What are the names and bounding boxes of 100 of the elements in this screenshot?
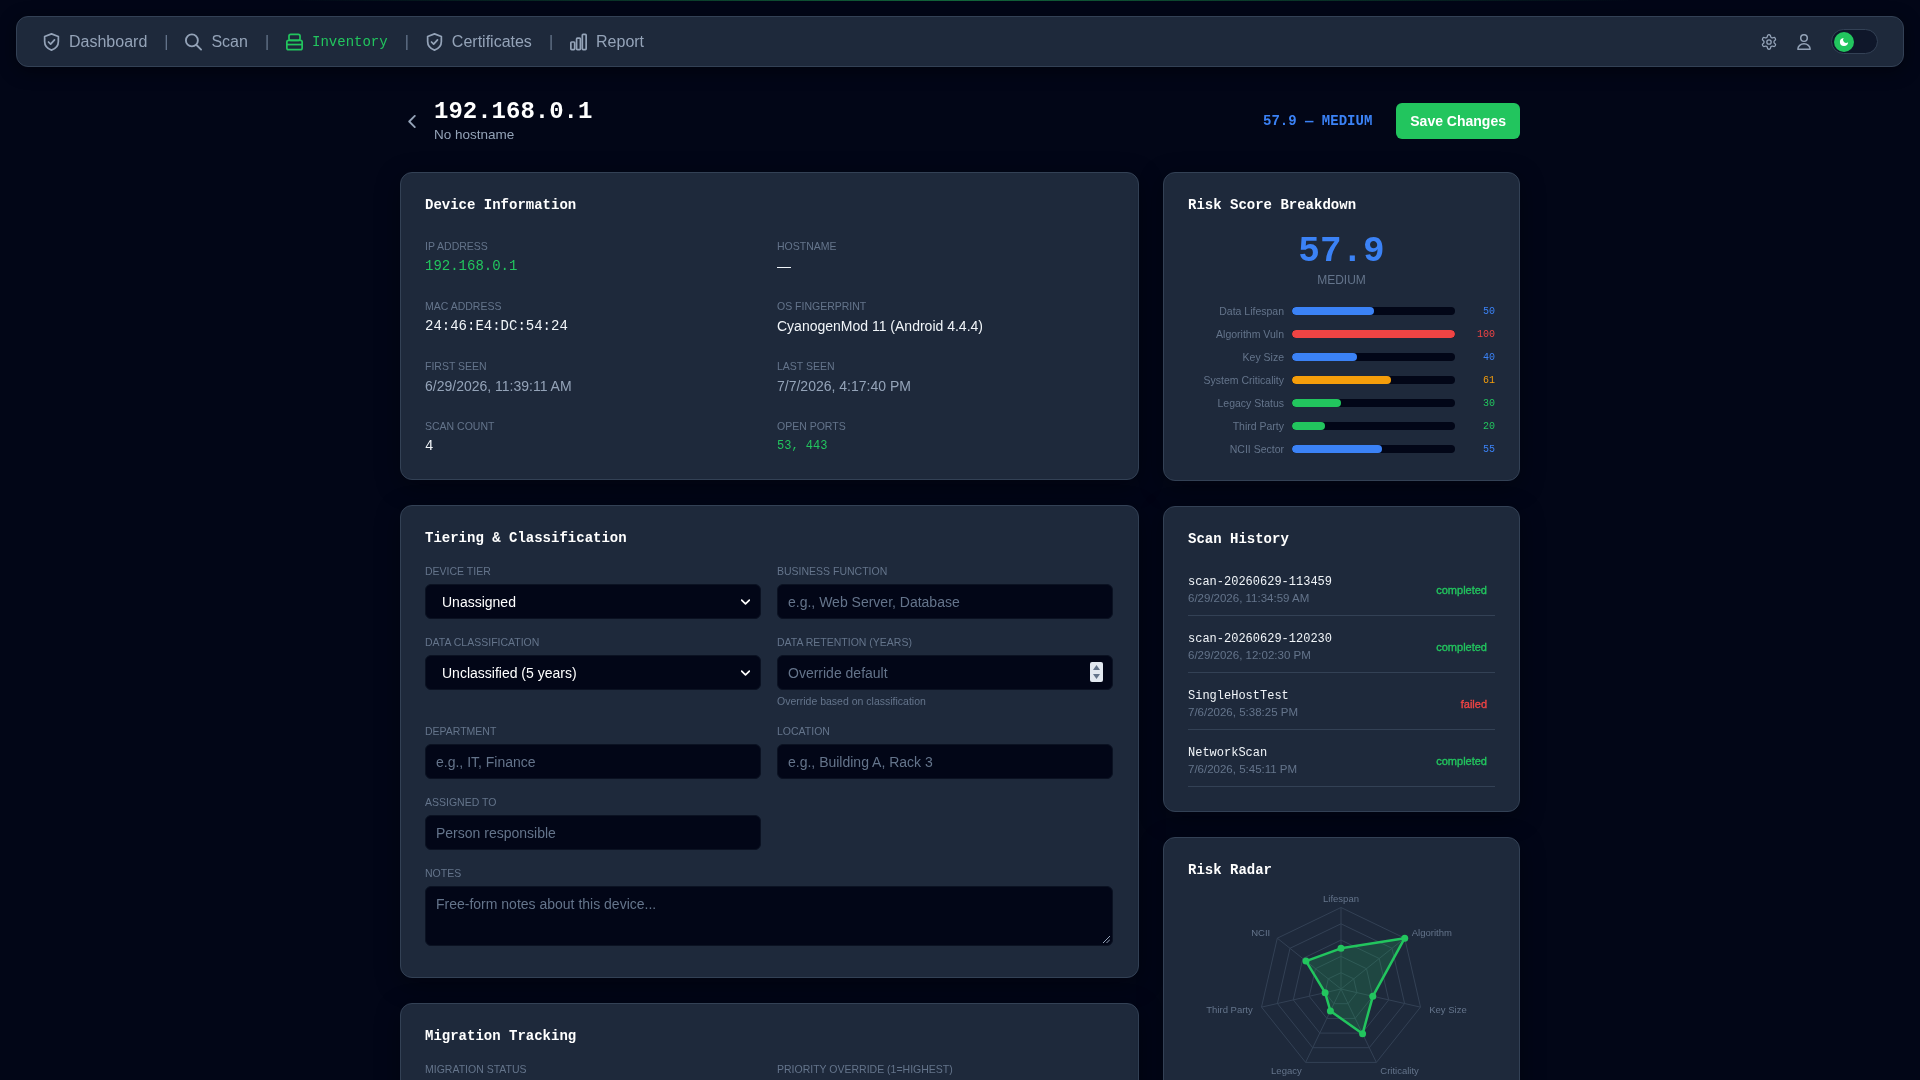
nav-link[interactable]: Report: [570, 31, 645, 52]
factor-label: NCII Sector: [1229, 443, 1284, 455]
device-subtitle: No hostname: [434, 126, 516, 144]
resize-grip-icon[interactable]: [1103, 936, 1110, 943]
field-label: OPEN PORTS: [777, 419, 847, 433]
scan-status: failed: [1460, 698, 1487, 710]
box-stack-icon: [286, 32, 304, 51]
nav-link[interactable]: Dashboard: [43, 31, 148, 52]
factor-label: Legacy Status: [1217, 397, 1284, 409]
scan-name: NetworkScan: [1188, 745, 1269, 761]
card-title: Scan History: [1188, 530, 1290, 549]
scan-name: scan-20260629-113459: [1188, 574, 1333, 590]
factor-label: System Criticality: [1203, 374, 1284, 386]
number-field[interactable]: Override default: [777, 655, 1113, 690]
field-label: IP ADDRESS: [425, 239, 489, 253]
axis-label: Key Size: [1429, 1003, 1467, 1015]
text-field[interactable]: e.g., IT, Finance: [425, 744, 761, 779]
factor-value: 50: [1483, 305, 1495, 317]
text-field[interactable]: Person responsible: [425, 815, 761, 850]
risk-summary: 57.9 — MEDIUM: [1263, 113, 1373, 129]
nav-link[interactable]: Scan: [185, 31, 248, 52]
axis-label: Criticality: [1380, 1065, 1419, 1077]
chevron-down-icon: [741, 598, 750, 605]
nav-link[interactable]: Certificates: [425, 31, 532, 52]
nav-separator: |: [264, 32, 270, 51]
axis-label: Third Party: [1206, 1003, 1253, 1015]
settings-icon[interactable]: [1761, 33, 1777, 50]
factor-value: 30: [1483, 397, 1495, 409]
card-title: Risk Score Breakdown: [1188, 196, 1358, 215]
nav-separator: |: [404, 32, 409, 51]
risk-level: MEDIUM: [1316, 272, 1367, 288]
select-field[interactable]: Unassigned: [425, 584, 761, 619]
field-label: HOSTNAME: [777, 239, 838, 253]
field-label: BUSINESS FUNCTION: [777, 564, 889, 578]
field-label: OS FINGERPRINT: [777, 299, 868, 313]
shield-check-icon: [425, 32, 443, 51]
field-label: MAC ADDRESS: [425, 299, 503, 313]
scan-time: 7/6/2026, 5:45:11 PM: [1188, 762, 1298, 777]
factor-label: Third Party: [1232, 420, 1284, 432]
card-title: Tiering & Classification: [425, 529, 628, 548]
select-field[interactable]: Unclassified (5 years): [425, 655, 761, 690]
axis-label: Lifespan: [1323, 893, 1359, 904]
factor-label: Key Size: [1242, 351, 1284, 363]
field-hint: Override based on classification: [777, 695, 927, 708]
field-value: CyanogenMod 11 (Android 4.4.4): [777, 317, 984, 335]
factor-value: 100: [1477, 328, 1495, 340]
field-label: DATA RETENTION (YEARS): [777, 635, 913, 649]
card-title: Risk Radar: [1188, 861, 1273, 880]
text-field[interactable]: e.g., Building A, Rack 3: [777, 744, 1113, 779]
field-label: LAST SEEN: [777, 359, 836, 373]
field-value: 24:46:E4:DC:54:24: [425, 317, 569, 335]
text-field[interactable]: e.g., Web Server, Database: [777, 584, 1113, 619]
factor-value: 40: [1483, 351, 1495, 363]
moon-icon: [1834, 31, 1854, 52]
scan-time: 6/29/2026, 11:34:59 AM: [1188, 591, 1311, 606]
field-label: DEPARTMENT: [425, 724, 498, 738]
field-value: 6/29/2026, 11:39:11 AM: [425, 377, 573, 395]
field-label: ASSIGNED TO: [425, 795, 498, 809]
factor-value: 55: [1483, 443, 1495, 455]
theme-toggle[interactable]: [1831, 29, 1878, 54]
nav-separator: |: [548, 32, 554, 51]
factor-value: 61: [1483, 374, 1495, 386]
scan-status: completed: [1436, 584, 1487, 596]
shield-check-icon: [43, 32, 60, 51]
field-label: DEVICE TIER: [425, 564, 492, 578]
field-value: 7/7/2026, 4:17:40 PM: [777, 377, 912, 395]
chevron-down-icon: [741, 669, 750, 676]
field-label: LOCATION: [777, 724, 831, 738]
scan-name: scan-20260629-120230: [1188, 631, 1333, 647]
field-value: 4: [425, 437, 435, 455]
card-title: Device Information: [425, 196, 578, 215]
scan-time: 6/29/2026, 12:02:30 PM: [1188, 648, 1312, 663]
field-value: —: [777, 257, 792, 275]
field-label: PRIORITY OVERRIDE (1=HIGHEST): [777, 1062, 954, 1076]
factor-label: Algorithm Vuln: [1216, 328, 1284, 340]
axis-label: Legacy: [1271, 1065, 1302, 1077]
field-value: 53, 443: [777, 438, 829, 455]
search-icon: [185, 32, 203, 51]
device-title: 192.168.0.1: [434, 98, 593, 126]
chevron-left-icon[interactable]: [408, 114, 416, 128]
axis-label: Algorithm: [1411, 927, 1452, 939]
field-label: SCAN COUNT: [425, 419, 496, 433]
risk-score: 57.9: [1297, 232, 1386, 272]
factor-label: Data Lifespan: [1219, 305, 1284, 317]
user-icon[interactable]: [1797, 33, 1811, 50]
field-label: DATA CLASSIFICATION: [425, 635, 541, 649]
field-label: NOTES: [425, 866, 463, 880]
field-value: 192.168.0.1: [425, 257, 519, 275]
spinner-icon[interactable]: [1090, 662, 1103, 682]
notes-field[interactable]: Free-form notes about this device...: [425, 886, 1113, 946]
nav-link[interactable]: Inventory: [286, 31, 388, 52]
scan-time: 7/6/2026, 5:38:25 PM: [1188, 705, 1298, 720]
factor-value: 20: [1483, 420, 1495, 432]
card-title: Migration Tracking: [425, 1027, 578, 1046]
nav-separator: |: [164, 32, 169, 51]
field-label: MIGRATION STATUS: [425, 1062, 528, 1076]
scan-status: completed: [1436, 641, 1487, 653]
scan-status: completed: [1436, 755, 1487, 767]
field-label: FIRST SEEN: [425, 359, 488, 373]
bar-chart-icon: [570, 32, 588, 51]
